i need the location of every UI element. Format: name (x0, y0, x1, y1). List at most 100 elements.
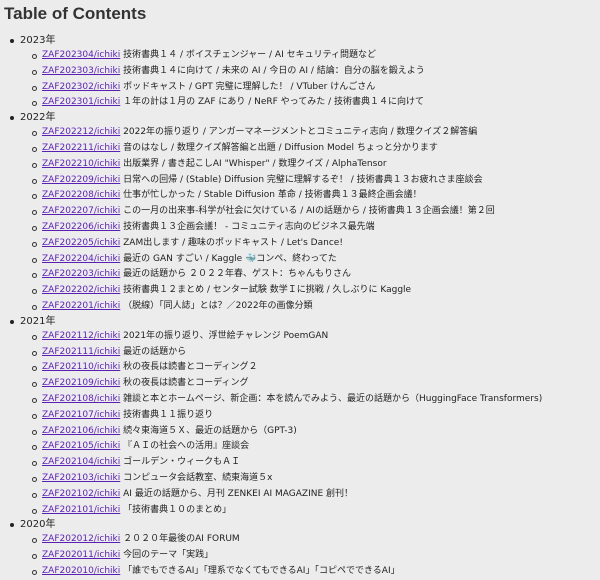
year-group: 2023年 ZAF202304/ichiki 技術書典１４ / ボイスチェンジャー… (10, 34, 600, 111)
episode-description: 秋の夜長は読書とコーディング (123, 378, 249, 389)
list-item: ZAF202011/ichiki 今回のテーマ「実践」 (32, 548, 600, 564)
list-item: ZAF202108/ichiki 雑談と本とホームページ、新企画：本を読んでみよ… (32, 392, 600, 408)
episode-description: 最近の話題から ２０２２年春、ゲスト：ちゃんもりさん (123, 269, 352, 280)
episode-link[interactable]: ZAF202201/ichiki (42, 301, 120, 311)
list-item: ZAF202104/ichiki ゴールデン・ウィークもＡＩ (32, 455, 600, 471)
list-item: ZAF202304/ichiki 技術書典１４ / ボイスチェンジャー / AI… (32, 48, 600, 64)
year-group: 2020年 ZAF202012/ichiki ２０２０年最後のAI FORUM ZA… (10, 518, 600, 579)
episode-description: 「誰でもできるAI」「理系でなくてもできるAI」「コピペでできるAI」 (123, 565, 400, 576)
list-item: ZAF202206/ichiki 技術書典１３企画会議！ - コミュニティ志向の… (32, 220, 600, 236)
entry-list: ZAF202112/ichiki 2021年の振り返り、浮世絵チャレンジ Poe… (10, 329, 600, 519)
episode-link[interactable]: ZAF202105/ichiki (42, 441, 120, 451)
episode-description: ２０２０年最後のAI FORUM (123, 534, 240, 545)
year-label: 2023年 (10, 34, 600, 48)
list-item: ZAF202302/ichiki ポッドキャスト / GPT 完璧に理解した！ … (32, 80, 600, 96)
episode-link[interactable]: ZAF202203/ichiki (42, 269, 120, 279)
episode-description: この一月の出来事-科学が社会に欠けている / AIの話題から / 技術書典１３企… (123, 206, 495, 217)
year-group: 2022年 ZAF202212/ichiki 2022年の振り返り / アンガーマ… (10, 111, 600, 315)
episode-description: ゴールデン・ウィークもＡＩ (123, 457, 241, 468)
episode-description: 音のはなし / 数理クイズ解答編と出題 / Diffusion Model ちょ… (123, 142, 438, 153)
list-item: ZAF202208/ichiki 仕事が忙しかった / Stable Diffu… (32, 188, 600, 204)
list-item: ZAF202107/ichiki 技術書典１１振り返り (32, 408, 600, 424)
list-item: ZAF202106/ichiki 続々東海道５Ｘ、最近の話題から（GPT-3) (32, 424, 600, 440)
episode-link[interactable]: ZAF202103/ichiki (42, 473, 120, 483)
list-item: ZAF202212/ichiki 2022年の振り返り / アンガーマネージメン… (32, 125, 600, 141)
episode-description: 「技術書典１０のまとめ」 (123, 504, 232, 515)
list-item: ZAF202109/ichiki 秋の夜長は読書とコーディング (32, 376, 600, 392)
episode-description: 今回のテーマ「実践」 (123, 550, 214, 561)
episode-link[interactable]: ZAF202107/ichiki (42, 410, 120, 420)
episode-description: 技術書典１３企画会議！ - コミュニティ志向のビジネス最先端 (123, 221, 375, 232)
entry-list: ZAF202012/ichiki ２０２０年最後のAI FORUM ZAF2020… (10, 532, 600, 579)
episode-link[interactable]: ZAF202301/ichiki (42, 97, 120, 107)
year-label: 2020年 (10, 518, 600, 532)
list-item: ZAF202205/ichiki ZAM出します / 趣味のポッドキャスト / … (32, 236, 600, 252)
episode-link[interactable]: ZAF202106/ichiki (42, 426, 120, 436)
episode-link[interactable]: ZAF202211/ichiki (42, 143, 120, 153)
year-label: 2021年 (10, 315, 600, 329)
episode-link[interactable]: ZAF202206/ichiki (42, 222, 120, 232)
episode-link[interactable]: ZAF202204/ichiki (42, 254, 120, 264)
year-list: 2023年 ZAF202304/ichiki 技術書典１４ / ボイスチェンジャー… (4, 34, 600, 580)
episode-description: 『ＡＩの社会への活用』座談会 (123, 441, 250, 452)
episode-link[interactable]: ZAF202104/ichiki (42, 457, 120, 467)
episode-description: 秋の夜長は読書とコーディング２ (123, 362, 258, 373)
list-item: ZAF202111/ichiki 最近の話題から (32, 345, 600, 361)
episode-link[interactable]: ZAF202012/ichiki (42, 534, 120, 544)
list-item: ZAF202211/ichiki 音のはなし / 数理クイズ解答編と出題 / D… (32, 141, 600, 157)
episode-link[interactable]: ZAF202101/ichiki (42, 505, 120, 515)
episode-description: AI 最近の話題から、月刊 ZENKEI AI MAGAZINE 創刊！ (123, 488, 354, 499)
episode-description: １年の計は１月の ZAF にあり / NeRF やってみた / 技術書典１４に向… (123, 97, 424, 108)
episode-description: 技術書典１４に向けて / 未来の AI / 今日の AI / 結論：自分の脳を鍛… (123, 65, 425, 76)
page-title: Table of Contents (4, 4, 147, 23)
list-item: ZAF202207/ichiki この一月の出来事-科学が社会に欠けている / … (32, 204, 600, 220)
episode-link[interactable]: ZAF202112/ichiki (42, 331, 120, 341)
episode-description: 技術書典１２まとめ / センター試験 数学Ｉに挑戦 / 久しぶりに Kaggle (123, 285, 412, 296)
episode-link[interactable]: ZAF202011/ichiki (42, 550, 120, 560)
list-item: ZAF202301/ichiki １年の計は１月の ZAF にあり / NeRF… (32, 95, 600, 111)
episode-link[interactable]: ZAF202209/ichiki (42, 175, 120, 185)
list-item: ZAF202204/ichiki 最近の GAN すごい / Kaggle 🐳コ… (32, 252, 600, 268)
year-group: 2021年 ZAF202112/ichiki 2021年の振り返り、浮世絵チャレン… (10, 315, 600, 519)
list-item: ZAF202303/ichiki 技術書典１４に向けて / 未来の AI / 今… (32, 64, 600, 80)
episode-link[interactable]: ZAF202210/ichiki (42, 159, 120, 169)
episode-link[interactable]: ZAF202102/ichiki (42, 489, 120, 499)
episode-description: 技術書典１１振り返り (123, 409, 214, 420)
episode-link[interactable]: ZAF202303/ichiki (42, 66, 120, 76)
episode-link[interactable]: ZAF202110/ichiki (42, 362, 120, 372)
episode-link[interactable]: ZAF202212/ichiki (42, 127, 120, 137)
episode-description: ポッドキャスト / GPT 完璧に理解した！ / VTuber けんごさん (123, 81, 376, 92)
episode-link[interactable]: ZAF202304/ichiki (42, 50, 120, 60)
list-item: ZAF202203/ichiki 最近の話題から ２０２２年春、ゲスト：ちゃんも… (32, 267, 600, 283)
list-item: ZAF202012/ichiki ２０２０年最後のAI FORUM (32, 532, 600, 548)
episode-description: 2021年の振り返り、浮世絵チャレンジ PoemGAN (123, 330, 329, 341)
episode-link[interactable]: ZAF202010/ichiki (42, 566, 120, 576)
episode-link[interactable]: ZAF202202/ichiki (42, 285, 120, 295)
episode-link[interactable]: ZAF202302/ichiki (42, 82, 120, 92)
list-item: ZAF202110/ichiki 秋の夜長は読書とコーディング２ (32, 360, 600, 376)
episode-description: ZAM出します / 趣味のポッドキャスト / Let's Dance! (123, 237, 343, 248)
list-item: ZAF202210/ichiki 出版業界 / 書き起こしAI "Whisper… (32, 157, 600, 173)
episode-description: 2022年の振り返り / アンガーマネージメントとコミュニティ志向 / 数理クイ… (123, 127, 478, 138)
list-item: ZAF202101/ichiki 「技術書典１０のまとめ」 (32, 503, 600, 519)
episode-description: コンピュータ会話教室、続東海道５x (123, 472, 273, 483)
list-item: ZAF202102/ichiki AI 最近の話題から、月刊 ZENKEI AI… (32, 487, 600, 503)
list-item: ZAF202105/ichiki 『ＡＩの社会への活用』座談会 (32, 439, 600, 455)
episode-description: 続々東海道５Ｘ、最近の話題から（GPT-3) (123, 425, 297, 436)
episode-link[interactable]: ZAF202207/ichiki (42, 206, 120, 216)
episode-link[interactable]: ZAF202205/ichiki (42, 238, 120, 248)
episode-link[interactable]: ZAF202108/ichiki (42, 394, 120, 404)
episode-link[interactable]: ZAF202109/ichiki (42, 378, 120, 388)
episode-link[interactable]: ZAF202208/ichiki (42, 190, 120, 200)
entry-list: ZAF202212/ichiki 2022年の振り返り / アンガーマネージメン… (10, 125, 600, 315)
episode-description: 仕事が忙しかった / Stable Diffusion 革命 / 技術書典１３最… (123, 190, 422, 201)
episode-link[interactable]: ZAF202111/ichiki (42, 347, 120, 357)
year-label: 2022年 (10, 111, 600, 125)
episode-description: 日常への回帰 / (Stable) Diffusion 完璧に理解するぞ！ / … (123, 174, 483, 185)
episode-description: （脱線）「同人誌」とは？／2022年の画像分類 (123, 300, 313, 311)
toc-page: Table of Contents 2023年 ZAF202304/ichiki … (0, 0, 600, 580)
episode-description: 最近の GAN すごい / Kaggle 🐳コンペ、終わってた (123, 253, 337, 264)
episode-description: 雑談と本とホームページ、新企画：本を読んでみよう、最近の話題から（Hugging… (123, 393, 543, 404)
list-item: ZAF202202/ichiki 技術書典１２まとめ / センター試験 数学Ｉに… (32, 283, 600, 299)
list-item: ZAF202010/ichiki 「誰でもできるAI」「理系でなくてもできるAI… (32, 564, 600, 580)
